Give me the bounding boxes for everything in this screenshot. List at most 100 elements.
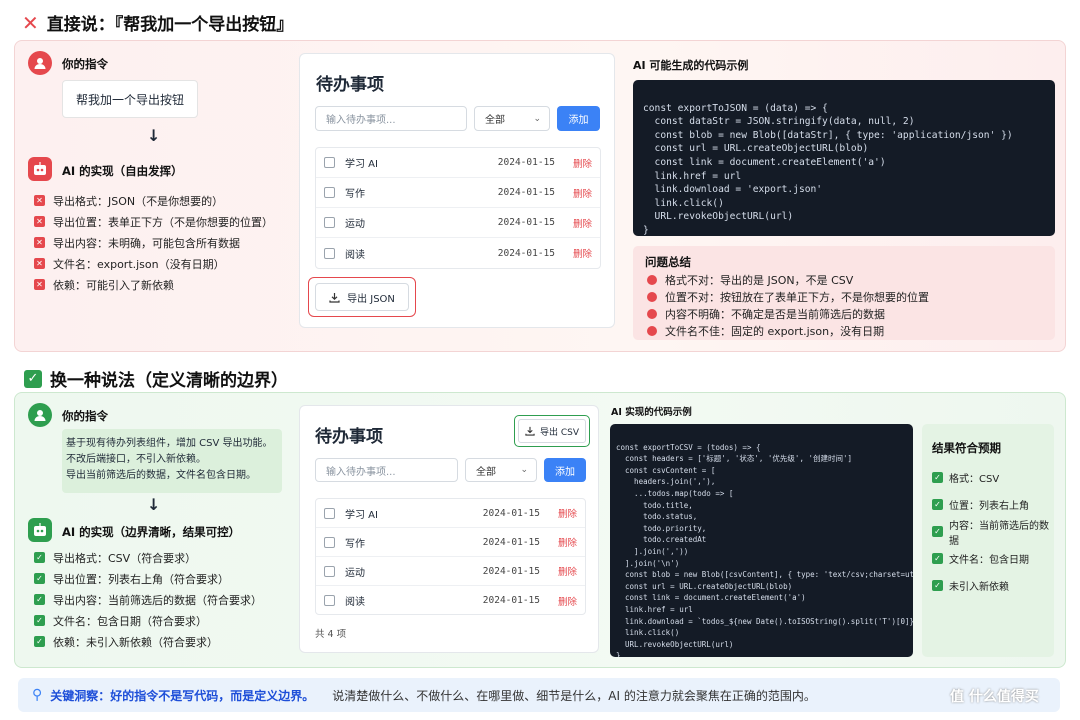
- check-box-icon: ✓: [932, 526, 943, 537]
- checkbox[interactable]: [324, 565, 335, 577]
- checkbox[interactable]: [324, 217, 335, 228]
- delete-link[interactable]: 删除: [573, 186, 592, 200]
- insight-footer: ⚲ 关键洞察：好的指令不是写代码，而是定义边界。 说清楚做什么、不做什么、在哪里…: [18, 678, 1060, 712]
- list-item: ✓ 依赖：未引入新依赖（符合要求）: [34, 631, 294, 652]
- filter-select[interactable]: 全部 ⌄: [474, 106, 550, 131]
- arrow-down-icon: ↓: [147, 126, 161, 145]
- code-block-csv: const exportToCSV = (todos) => { const h…: [610, 424, 913, 657]
- instruction-label: 你的指令: [62, 409, 108, 423]
- checkbox[interactable]: [324, 507, 335, 519]
- list-item: ✓ 文件名：包含日期（符合要求）: [34, 610, 294, 631]
- problem-list: 格式不对：导出的是 JSON，不是 CSV 位置不对：按钮放在了表单正下方，不是…: [647, 271, 929, 339]
- result-list: ✓ 格式：CSV ✓ 位置：列表右上角 ✓ 内容：当前筛选后的数据 ✓ 文件名：包含日期…: [932, 464, 1054, 599]
- table-row: 运动 2024-01-15 删除: [316, 208, 600, 238]
- table-row: 阅读 2024-01-15 删除: [316, 238, 600, 268]
- delete-link[interactable]: 删除: [558, 506, 577, 520]
- table-row: 学习 AI 2024-01-15 删除: [316, 499, 585, 528]
- list-item: ✓ 格式：CSV: [932, 464, 1054, 491]
- check-box-icon: ✓: [34, 615, 45, 626]
- chevron-down-icon: ⌄: [520, 465, 528, 475]
- todo-input[interactable]: 输入待办事项...: [315, 458, 458, 482]
- item-count: 共 4 项: [315, 629, 347, 640]
- warning-dot-icon: [647, 308, 657, 319]
- list-item: ✓ 导出位置：列表右上角（符合要求）: [34, 568, 294, 589]
- instruction-bubble: 帮我加一个导出按钮: [62, 80, 198, 118]
- checkbox[interactable]: [324, 595, 335, 606]
- checkbox[interactable]: [324, 187, 335, 198]
- list-item: ✓ 位置：列表右上角: [932, 491, 1054, 518]
- user-avatar-icon: [28, 403, 52, 427]
- delete-link[interactable]: 删除: [573, 156, 592, 170]
- list-item: 位置不对：按钮放在了表单正下方，不是你想要的位置: [647, 288, 929, 305]
- arrow-down-icon: ↓: [147, 495, 161, 514]
- instruction-label: 你的指令: [62, 57, 108, 71]
- insight-text: 说清楚做什么、不做什么、在哪里做、细节是什么，AI 的注意力就会聚焦在正确的范围…: [332, 688, 816, 703]
- x-box-icon: ✕: [34, 195, 45, 206]
- todo-list: 学习 AI 2024-01-15 删除 写作 2024-01-15 删除 运动 2024-…: [315, 498, 586, 615]
- todo-title: 待办事项: [315, 427, 383, 447]
- list-item: ✓ 内容：当前筛选后的数据: [932, 518, 1054, 547]
- list-item: 内容不明确：不确定是否是当前筛选后的数据: [647, 305, 929, 322]
- checkbox[interactable]: [324, 157, 335, 168]
- impl-label: AI 的实现（边界清晰，结果可控）: [62, 525, 241, 539]
- robot-icon: [28, 157, 52, 181]
- todo-list: 学习 AI 2024-01-15 删除 写作 2024-01-15 删除 运动 2024-…: [315, 147, 601, 269]
- checkbox[interactable]: [324, 247, 335, 259]
- check-icon: ✓: [24, 369, 42, 388]
- table-row: 阅读 2024-01-15 删除: [316, 586, 585, 615]
- list-item: ✕ 依赖：可能引入了新依赖: [34, 274, 284, 295]
- cross-icon: ✕: [22, 10, 39, 35]
- list-item: ✓ 未引入新依赖: [932, 572, 1054, 599]
- section1-heading: ✕ 直接说：『帮我加一个导出按钮』: [22, 10, 293, 36]
- table-row: 写作 2024-01-15 删除: [316, 178, 600, 208]
- list-item: ✕ 导出内容：未明确，可能包含所有数据: [34, 232, 284, 253]
- delete-link[interactable]: 删除: [573, 246, 592, 260]
- section2-title: 换一种说法（定义清晰的边界）: [50, 371, 288, 391]
- list-item: ✕ 导出格式：JSON（不是你想要的）: [34, 190, 284, 211]
- checkbox[interactable]: [324, 536, 335, 548]
- section2-heading: ✓ 换一种说法（定义清晰的边界）: [24, 366, 288, 391]
- lightbulb-icon: ⚲: [32, 687, 43, 703]
- delete-link[interactable]: 删除: [573, 216, 592, 230]
- download-icon: [329, 292, 340, 303]
- delete-link[interactable]: 删除: [558, 564, 577, 578]
- check-box-icon: ✓: [34, 573, 45, 584]
- filter-select[interactable]: 全部 ⌄: [465, 458, 537, 482]
- check-box-icon: ✓: [34, 552, 45, 563]
- table-row: 运动 2024-01-15 删除: [316, 557, 585, 586]
- check-box-icon: ✓: [932, 499, 943, 510]
- problem-title: 问题总结: [645, 255, 691, 269]
- list-item: ✓ 文件名：包含日期: [932, 545, 1054, 572]
- robot-icon: [28, 518, 52, 542]
- add-button[interactable]: 添加: [557, 106, 600, 131]
- list-item: 格式不对：导出的是 JSON，不是 CSV: [647, 271, 929, 288]
- todo-title: 待办事项: [316, 75, 384, 95]
- todo-card: 待办事项 导出 CSV 输入待办事项... 全部 ⌄ 添加 学习 AI 2024-0…: [299, 405, 599, 653]
- todo-card: 待办事项 输入待办事项... 全部 ⌄ 添加 学习 AI 2024-01-15 删除 …: [299, 53, 615, 328]
- result-summary: 结果符合预期 ✓ 格式：CSV ✓ 位置：列表右上角 ✓ 内容：当前筛选后的数据 ✓ 文…: [922, 424, 1054, 657]
- list-item: 文件名不佳：固定的 export.json，没有日期: [647, 322, 929, 339]
- x-box-icon: ✕: [34, 279, 45, 290]
- delete-link[interactable]: 删除: [558, 594, 577, 608]
- delete-link[interactable]: 删除: [558, 535, 577, 549]
- export-csv-button[interactable]: 导出 CSV: [518, 419, 586, 443]
- problem-summary: 问题总结 格式不对：导出的是 JSON，不是 CSV 位置不对：按钮放在了表单正…: [633, 246, 1055, 340]
- export-json-button[interactable]: 导出 JSON: [315, 283, 409, 311]
- chevron-down-icon: ⌄: [533, 113, 541, 124]
- watermark-logo: 值 什么值得买: [950, 689, 1039, 705]
- instruction-bubble: 基于现有待办列表组件，增加 CSV 导出功能。 不改后端接口，不引入新依赖。 导…: [62, 429, 282, 493]
- warning-dot-icon: [647, 274, 657, 285]
- warning-dot-icon: [647, 325, 657, 336]
- todo-input[interactable]: 输入待办事项...: [315, 106, 467, 131]
- check-box-icon: ✓: [932, 472, 943, 483]
- table-row: 学习 AI 2024-01-15 删除: [316, 148, 600, 178]
- x-box-icon: ✕: [34, 216, 45, 227]
- check-box-icon: ✓: [932, 553, 943, 564]
- user-avatar-icon: [28, 51, 52, 75]
- code-title: AI 实现的代码示例: [611, 407, 692, 418]
- table-row: 写作 2024-01-15 删除: [316, 528, 585, 557]
- add-button[interactable]: 添加: [544, 458, 586, 482]
- impl-list: ✓ 导出格式：CSV（符合要求） ✓ 导出位置：列表右上角（符合要求） ✓ 导出内容：…: [34, 547, 294, 652]
- list-item: ✕ 导出位置：表单正下方（不是你想要的位置）: [34, 211, 284, 232]
- check-box-icon: ✓: [34, 594, 45, 605]
